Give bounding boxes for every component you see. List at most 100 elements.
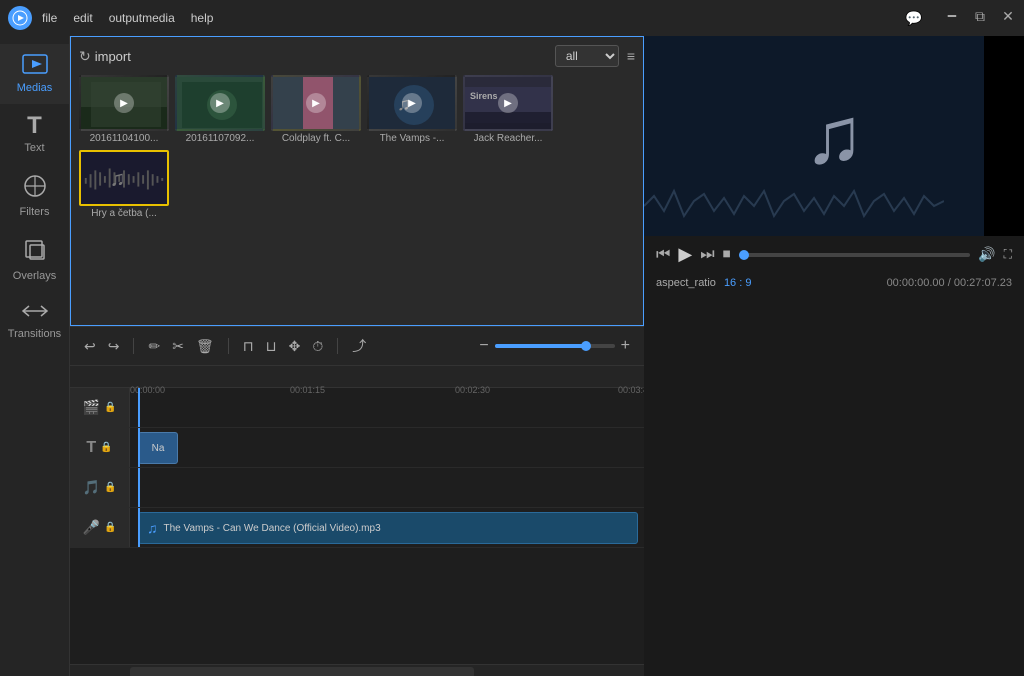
clock-button[interactable]: ⏱ [310, 336, 325, 357]
audio-clip-label: The Vamps - Can We Dance (Official Video… [164, 523, 381, 534]
timeline-scrollbar[interactable] [70, 664, 644, 676]
sidebar-item-text[interactable]: T Text [0, 104, 69, 164]
import-icon: ↻ [79, 48, 91, 65]
transitions-icon [21, 302, 49, 324]
video-track-header: 🎬 🔒 [70, 388, 130, 427]
media-item-2[interactable]: ▶ 20161107092... [175, 75, 265, 144]
volume-button[interactable]: 🔊 [978, 246, 995, 263]
preview-progress-bar[interactable] [739, 253, 970, 257]
progress-handle[interactable] [739, 250, 749, 260]
menu-outputmedia[interactable]: outputmedia [109, 11, 175, 25]
text-cursor [138, 428, 140, 467]
overlays-label: Overlays [13, 270, 56, 282]
toolbar-divider-3 [337, 338, 338, 354]
text-clip-label: Na [152, 443, 165, 454]
import-button[interactable]: ↻ import [79, 48, 131, 65]
export-button[interactable]: ⤴ [350, 334, 368, 358]
play-overlay-5: ▶ [498, 93, 518, 113]
media-item-5[interactable]: Sirens ▶ Jack Reacher... [463, 75, 553, 144]
time-display: 00:00:00.00 / 00:27:07.23 [887, 277, 1012, 289]
stop-button[interactable]: ⏹ [723, 246, 731, 264]
menu-edit[interactable]: edit [73, 11, 92, 25]
prev-frame-button[interactable]: ⏮ [656, 246, 670, 264]
play-overlay-1: ▶ [114, 93, 134, 113]
restore-button[interactable]: ⧉ [972, 8, 988, 24]
menu-bar: file edit outputmedia help [42, 11, 904, 25]
sidebar-item-medias[interactable]: Medias [0, 44, 69, 104]
zoom-slider[interactable] [495, 344, 615, 348]
video-track-icon: 🎬 [83, 399, 100, 416]
text-clip[interactable]: Na [138, 432, 178, 464]
move-button[interactable]: ✥ [287, 336, 303, 357]
text-track-header: T 🔒 [70, 428, 130, 467]
center-panel: ↻ import all video audio ≡ ▶ 2016110 [70, 36, 644, 676]
split-left-button[interactable]: ⊓ [241, 336, 256, 357]
waveform-background [644, 176, 944, 236]
text-track-content[interactable]: Na [130, 428, 644, 467]
transitions-label: Transitions [8, 328, 61, 340]
toolbar-divider-1 [133, 338, 134, 354]
media-label-6: Hry a četba (... [91, 208, 157, 219]
media-label-5: Jack Reacher... [474, 133, 543, 144]
audio-track1-row: 🎵 🔒 [70, 468, 644, 508]
sidebar-item-transitions[interactable]: Transitions [0, 292, 69, 350]
next-frame-button[interactable]: ⏭ [700, 246, 714, 264]
filter-select[interactable]: all video audio [555, 45, 619, 67]
split-right-button[interactable]: ⊔ [264, 336, 279, 357]
sidebar-item-overlays[interactable]: Overlays [0, 228, 69, 292]
chat-icon[interactable]: 💬 [904, 8, 924, 28]
audio-track1-lock[interactable]: 🔒 [104, 482, 116, 493]
redo-button[interactable]: ↪ [106, 336, 122, 357]
play-button[interactable]: ▶ [678, 244, 692, 265]
medias-icon [22, 54, 48, 78]
delete-button[interactable]: 🗑 [194, 336, 216, 357]
time-current: 00:00:00.00 [887, 277, 945, 289]
menu-help[interactable]: help [191, 11, 214, 25]
media-item-3[interactable]: ▶ Coldplay ft. C... [271, 75, 361, 144]
zoom-in-button[interactable]: + [619, 335, 632, 357]
app-icon [8, 6, 32, 30]
aspect-ratio-value: 16 : 9 [724, 277, 752, 289]
text-track-row: T 🔒 Na [70, 428, 644, 468]
edit-pen-button[interactable]: ✏ [146, 336, 162, 357]
audio1-cursor [138, 468, 140, 507]
media-label-1: 20161104100... [90, 133, 159, 144]
zoom-controls: − + [477, 335, 632, 357]
music-note-large: ♫ [804, 90, 864, 182]
play-overlay-3: ▶ [306, 93, 326, 113]
menu-file[interactable]: file [42, 11, 57, 25]
text-label: Text [24, 142, 44, 154]
scissors-button[interactable]: ✂ [170, 336, 186, 357]
audio-track2-lock[interactable]: 🔒 [104, 522, 116, 533]
media-label-4: The Vamps -... [380, 133, 445, 144]
preview-controls: ⏮ ▶ ⏭ ⏹ 🔊 ⛶ [644, 236, 1024, 273]
sidebar-item-filters[interactable]: Filters [0, 164, 69, 228]
zoom-handle[interactable] [581, 341, 591, 351]
audio-track2-content[interactable]: ♫ The Vamps - Can We Dance (Official Vid… [130, 508, 644, 547]
timeline-tracks: 🎬 🔒 T 🔒 Na [70, 388, 644, 664]
grid-view-button[interactable]: ≡ [627, 48, 635, 64]
fullscreen-button[interactable]: ⛶ [1004, 247, 1012, 262]
media-item-6[interactable]: ♫ Hry a četba (... [79, 150, 169, 219]
play-overlay-4: ▶ [402, 93, 422, 113]
svg-text:♫: ♫ [110, 168, 126, 191]
toolbar-divider-2 [228, 338, 229, 354]
undo-button[interactable]: ↩ [82, 336, 98, 357]
main-area: Medias T Text Filters Overlays Transitio… [0, 36, 1024, 676]
media-thumb-1: ▶ [79, 75, 169, 131]
video-track-lock[interactable]: 🔒 [104, 402, 116, 413]
media-item-4[interactable]: ♫ ▶ The Vamps -... [367, 75, 457, 144]
audio-track1-content[interactable] [130, 468, 644, 507]
media-label-3: Coldplay ft. C... [282, 133, 350, 144]
video-track-content[interactable] [130, 388, 644, 427]
media-grid: ▶ 20161104100... ▶ 20161107092... [79, 75, 635, 219]
svg-text:Sirens: Sirens [470, 91, 498, 101]
time-total: 00:27:07.23 [954, 277, 1012, 289]
close-button[interactable]: ✕ [1000, 8, 1016, 24]
text-track-lock[interactable]: 🔒 [100, 442, 112, 453]
media-item-1[interactable]: ▶ 20161104100... [79, 75, 169, 144]
aspect-ratio-label: aspect_ratio [656, 277, 716, 289]
zoom-out-button[interactable]: − [477, 335, 490, 357]
minimize-button[interactable]: 🗕 [944, 8, 960, 24]
audio-clip[interactable]: ♫ The Vamps - Can We Dance (Official Vid… [138, 512, 638, 544]
